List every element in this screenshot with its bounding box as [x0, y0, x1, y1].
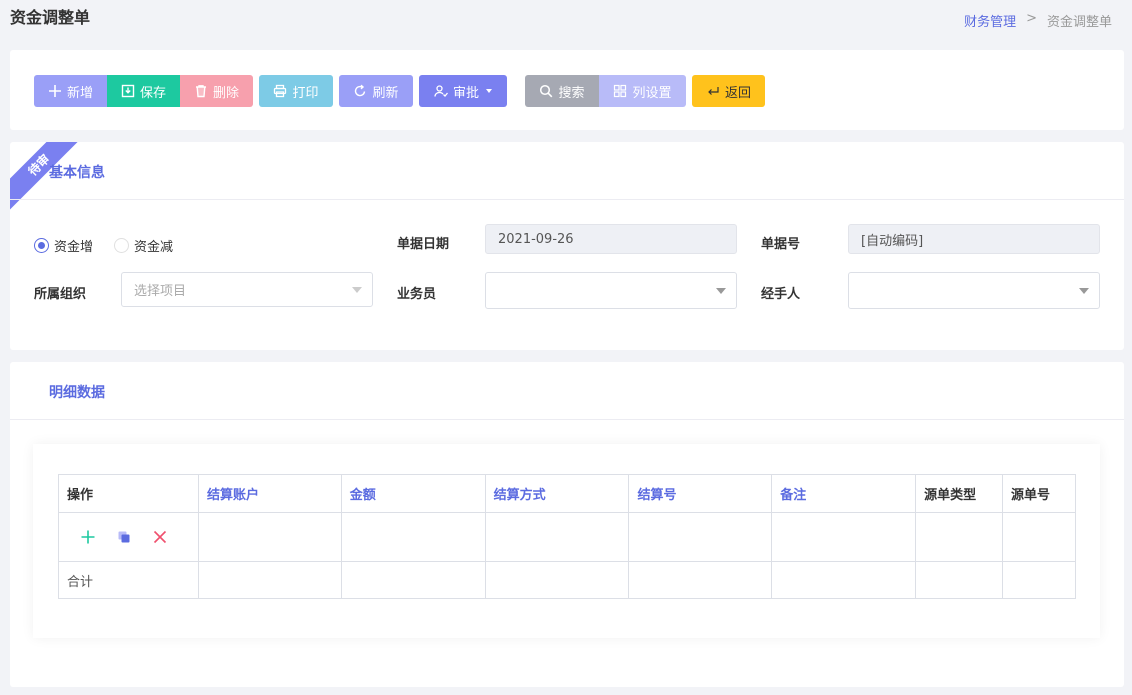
chevron-down-icon: [352, 286, 362, 293]
salesman-label: 业务员: [397, 287, 437, 302]
refresh-button[interactable]: 刷新: [339, 75, 413, 107]
print-button[interactable]: 打印: [259, 75, 333, 107]
approve-button-label: 审批: [452, 85, 479, 101]
back-button-label: 返回: [724, 85, 751, 101]
radio-unselected-icon: [114, 238, 129, 253]
return-icon: [708, 87, 719, 95]
detail-title: 明细数据: [49, 385, 105, 401]
radio-increase-label: 资金增: [54, 240, 94, 255]
table-cell: [484, 561, 630, 599]
table-cell[interactable]: [340, 512, 486, 562]
table-cell: [915, 561, 1003, 599]
breadcrumb-separator: >: [1026, 11, 1037, 26]
refresh-icon: [355, 84, 366, 97]
page-title: 资金调整单: [10, 8, 91, 27]
chevron-down-icon: [716, 287, 726, 294]
table-cell[interactable]: [771, 512, 917, 562]
basic-info-title: 基本信息: [49, 165, 105, 181]
table-cell[interactable]: [484, 512, 630, 562]
total-row: 合计: [58, 561, 1076, 599]
doc-date-field[interactable]: 2021-09-26: [485, 224, 737, 254]
detail-card: 明细数据 操作 结算账户 金额 结算方式 结算号 备注 源单类型 源单号 合计: [10, 362, 1124, 687]
table-cell[interactable]: [628, 512, 773, 562]
detail-table-panel: 操作 结算账户 金额 结算方式 结算号 备注 源单类型 源单号 合计: [33, 444, 1100, 638]
breadcrumb-finance[interactable]: 财务管理: [964, 11, 1016, 30]
row-operations-cell: [58, 512, 199, 562]
column-header-amount: 金额: [340, 474, 486, 513]
chevron-down-icon: [1079, 287, 1089, 294]
total-label: 合计: [58, 561, 199, 599]
doc-number-label: 单据号: [761, 237, 801, 252]
column-settings-button[interactable]: 列设置: [599, 75, 686, 107]
add-row-icon[interactable]: [81, 530, 95, 544]
breadcrumb: 财务管理 > 资金调整单: [964, 11, 1112, 30]
table-row: [58, 512, 1076, 562]
radio-fund-increase[interactable]: 资金增: [34, 236, 93, 255]
radio-fund-decrease[interactable]: 资金减: [114, 236, 173, 255]
toolbar: 新增 保存 删除 打印 刷新 审批 搜索 列设置 返回: [10, 50, 1124, 130]
table-cell: [915, 512, 1003, 562]
table-cell[interactable]: [197, 512, 342, 562]
search-button[interactable]: 搜索: [525, 75, 599, 107]
grid-icon: [614, 84, 627, 98]
table-header-row: 操作 结算账户 金额 结算方式 结算号 备注 源单类型 源单号: [58, 474, 1076, 513]
printer-icon: [274, 84, 287, 98]
delete-button-label: 删除: [212, 85, 239, 101]
handler-select[interactable]: [848, 272, 1100, 309]
org-placeholder: 选择项目: [134, 284, 187, 299]
column-header-source-type: 源单类型: [915, 474, 1003, 513]
table-cell: [340, 561, 486, 599]
status-ribbon: 待审: [10, 142, 90, 222]
radio-decrease-label: 资金减: [134, 240, 174, 255]
section-divider: [10, 199, 1124, 200]
doc-number-value: [自动编码]: [861, 233, 924, 249]
doc-date-label: 单据日期: [397, 237, 450, 252]
doc-date-value: 2021-09-26: [498, 231, 574, 247]
search-icon: [540, 84, 553, 98]
save-icon: [121, 84, 135, 98]
section-divider: [10, 419, 1124, 420]
breadcrumb-current: 资金调整单: [1046, 15, 1112, 30]
salesman-select[interactable]: [485, 272, 737, 309]
handler-label: 经手人: [761, 287, 801, 302]
org-label: 所属组织: [34, 287, 87, 302]
basic-info-card: 待审 基本信息 资金增 资金减 单据日期 2021-09-26 单据号 [自动编…: [10, 142, 1124, 350]
save-button-label: 保存: [139, 85, 166, 101]
user-check-icon: [434, 85, 448, 97]
org-select[interactable]: 选择项目: [121, 272, 373, 307]
trash-icon: [195, 85, 206, 98]
approve-dropdown-button[interactable]: 审批: [419, 75, 507, 107]
add-button-label: 新增: [66, 85, 93, 101]
back-button[interactable]: 返回: [692, 75, 765, 107]
search-button-label: 搜索: [558, 85, 585, 101]
copy-row-icon[interactable]: [117, 530, 131, 544]
delete-button[interactable]: 删除: [180, 75, 253, 107]
plus-icon: [48, 85, 61, 97]
table-cell: [1002, 561, 1076, 599]
table-cell: [628, 561, 773, 599]
doc-number-field: [自动编码]: [848, 224, 1100, 254]
column-header-settle-method: 结算方式: [484, 474, 630, 513]
table-cell: [197, 561, 342, 599]
column-header-source-no: 源单号: [1002, 474, 1076, 513]
column-header-operation: 操作: [58, 474, 199, 513]
column-settings-label: 列设置: [632, 85, 672, 101]
column-header-settle-no: 结算号: [628, 474, 773, 513]
save-button[interactable]: 保存: [107, 75, 180, 107]
refresh-button-label: 刷新: [372, 85, 399, 101]
column-header-account: 结算账户: [197, 474, 342, 513]
table-cell: [1002, 512, 1076, 562]
delete-row-icon[interactable]: [153, 530, 167, 544]
table-cell: [771, 561, 917, 599]
column-header-remark: 备注: [771, 474, 917, 513]
radio-selected-icon: [34, 238, 49, 253]
print-button-label: 打印: [292, 85, 319, 101]
add-button[interactable]: 新增: [34, 75, 107, 107]
detail-table: 操作 结算账户 金额 结算方式 结算号 备注 源单类型 源单号 合计: [58, 474, 1076, 599]
caret-down-icon: [486, 89, 492, 93]
